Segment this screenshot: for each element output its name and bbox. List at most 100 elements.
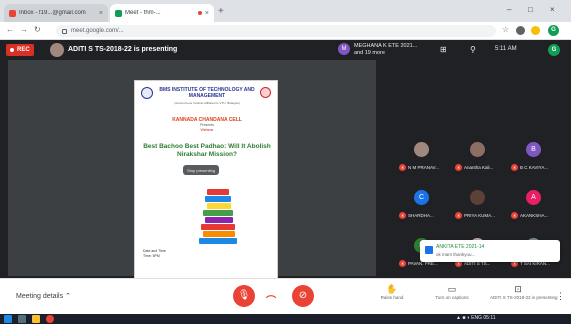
- slide-institute: BMS INSTITUTE OF TECHNOLOGY AND MANAGEME…: [159, 87, 255, 99]
- meeting-details-button[interactable]: Meeting details ⌃: [16, 292, 71, 300]
- meet-top-bar: REC ADITI S TS-2018-22 is presenting M M…: [0, 40, 571, 60]
- presenting-button[interactable]: ⊡ ADITI S TS-2018-22 is presenting: [490, 283, 558, 301]
- record-icon: [10, 48, 14, 52]
- present-icon: ⊡: [514, 284, 522, 294]
- presenting-label: ADITI S TS-2018-22 is presenting: [490, 295, 558, 300]
- presenter-label: ADITI S TS-2018-22 is presenting: [68, 46, 178, 53]
- browser-tab-strip: Inbox - f19...@gmail.com × Meet - fhm-..…: [0, 0, 571, 22]
- captions-icon: ▭: [447, 284, 457, 294]
- mic-off-icon: ✕: [455, 164, 462, 171]
- mic-off-icon: ✕: [511, 164, 518, 171]
- chat-notification[interactable]: ANKITA ETE 2021-14 ok mam thankyou...: [420, 240, 560, 262]
- slide-tooltip[interactable]: Stop presenting: [183, 165, 220, 175]
- tab-meet[interactable]: Meet - fhm-... ×: [110, 4, 214, 22]
- cell-logo-icon: [260, 87, 271, 98]
- file-explorer-icon[interactable]: [32, 315, 40, 323]
- participants-summary[interactable]: MEGHANA K ETE 2021... and 19 more: [354, 43, 417, 57]
- windows-start-icon[interactable]: [4, 315, 12, 323]
- tab-gmail[interactable]: Inbox - f19...@gmail.com ×: [4, 4, 108, 22]
- hangup-icon[interactable]: ⌒: [266, 292, 276, 307]
- slide-date: Date and Time Time: 5PM: [143, 249, 197, 259]
- close-window-button[interactable]: ×: [550, 5, 555, 14]
- participant-tile[interactable]: ✕ PRIYA KUMA...: [450, 180, 506, 228]
- participants-avatar[interactable]: M: [338, 43, 350, 55]
- camera-off-icon[interactable]: ⊘: [292, 285, 314, 307]
- forward-icon[interactable]: →: [20, 25, 28, 34]
- more-options-icon[interactable]: ⋮: [556, 291, 565, 302]
- self-avatar[interactable]: G: [548, 44, 560, 56]
- close-icon[interactable]: ×: [205, 10, 209, 17]
- raise-hand-button[interactable]: ✋ Raise hand: [364, 283, 420, 301]
- participant-avatar: [414, 142, 429, 157]
- participant-avatar: B: [526, 142, 541, 157]
- extension-icon[interactable]: [516, 26, 525, 35]
- participant-tile[interactable]: A ✕ AKANKSHA...: [506, 180, 562, 228]
- participant-tile[interactable]: B ✕ B C KAVIYA...: [506, 132, 562, 180]
- participant-avatar: [470, 190, 485, 205]
- participant-name: AKANKSHA...: [520, 213, 549, 218]
- chat-message: ok mam thankyou...: [436, 252, 476, 257]
- recording-badge: REC: [6, 44, 34, 56]
- participant-name: N M PRANAV...: [408, 165, 440, 170]
- recording-dot-icon: [197, 11, 202, 15]
- chrome-icon[interactable]: [46, 315, 54, 323]
- reload-icon[interactable]: ↻: [34, 25, 41, 34]
- chevron-up-icon: ⌃: [65, 293, 71, 300]
- participants-label-1: MEGHANA K ETE 2021...: [354, 43, 418, 49]
- system-tray[interactable]: ▲ ■ ◖ ENG 05:11: [456, 315, 496, 321]
- mic-off-icon: ✕: [399, 212, 406, 219]
- close-icon[interactable]: ×: [99, 10, 103, 17]
- hand-icon: ✋: [386, 284, 398, 294]
- participant-tile[interactable]: C ✕ SHARDHA...: [394, 180, 450, 228]
- raise-hand-label: Raise hand: [380, 295, 404, 300]
- gmail-icon: [9, 9, 16, 17]
- mic-off-icon[interactable]: 🎙: [233, 285, 255, 307]
- lock-icon: [62, 28, 67, 34]
- back-icon[interactable]: ←: [6, 25, 14, 34]
- mic-off-icon: ✕: [399, 260, 406, 267]
- meet-controls-bar: Meeting details ⌃ 🎙 ⌒ ⊘ ✋ Raise hand ▭ T…: [0, 278, 571, 314]
- presenter-avatar: [50, 43, 64, 57]
- clock-time: 5:11 AM: [495, 46, 517, 52]
- new-tab-button[interactable]: +: [218, 7, 224, 17]
- chat-sender: ANKITA ETE 2021-14: [436, 244, 485, 250]
- meet-stage: REC ADITI S TS-2018-22 is presenting M M…: [0, 40, 571, 294]
- profile-avatar[interactable]: G: [548, 25, 559, 36]
- presentation-slide: BMS INSTITUTE OF TECHNOLOGY AND MANAGEME…: [134, 80, 278, 294]
- slide-presents: Presents: [200, 123, 214, 127]
- participant-tile[interactable]: ✕ N M PRANAV...: [394, 132, 450, 180]
- mic-off-icon: ✕: [399, 164, 406, 171]
- presentation-area: BMS INSTITUTE OF TECHNOLOGY AND MANAGEME…: [8, 60, 376, 294]
- participant-avatar: C: [414, 190, 429, 205]
- participants-label-2: and 19 more: [354, 50, 385, 56]
- url-field[interactable]: meet.google.com/...: [56, 25, 496, 37]
- minimize-button[interactable]: –: [507, 5, 511, 14]
- captions-button[interactable]: ▭ Turn on captions: [424, 283, 480, 301]
- participant-name: SHARDHA...: [408, 213, 434, 218]
- institute-logo-icon: [141, 87, 153, 99]
- layout-icon[interactable]: ⊞: [440, 45, 447, 54]
- slide-title: Best Bachoo Best Padhao: Will It Abolish…: [143, 143, 271, 158]
- slide-webinar: Webinar: [200, 128, 214, 132]
- mic-off-icon: ✕: [511, 212, 518, 219]
- participant-name: PRIYA KUMA...: [464, 213, 495, 218]
- bookmark-star-icon[interactable]: ☆: [502, 25, 509, 34]
- slide-address: (Autonomous Institute affiliated to VTU,…: [174, 101, 240, 105]
- captions-label: Turn on captions: [435, 295, 469, 300]
- tab-title: Meet - fhm-...: [125, 10, 161, 16]
- mic-off-icon: ✕: [455, 212, 462, 219]
- extension-icon[interactable]: [531, 26, 540, 35]
- participant-avatar: [470, 142, 485, 157]
- pin-icon[interactable]: ⚲: [470, 45, 476, 54]
- participant-tile[interactable]: ✕ Anantha Kali...: [450, 132, 506, 180]
- participant-avatar: A: [526, 190, 541, 205]
- maximize-button[interactable]: □: [528, 5, 533, 14]
- os-taskbar: ▲ ■ ◖ ENG 05:11: [0, 314, 571, 324]
- meet-icon: [115, 9, 122, 17]
- participant-name: Anantha Kali...: [464, 165, 494, 170]
- participant-name: B C KAVIYA...: [520, 165, 549, 170]
- meeting-details-label: Meeting details: [16, 293, 64, 300]
- screen: Inbox - f19...@gmail.com × Meet - fhm-..…: [0, 0, 571, 324]
- search-icon[interactable]: [18, 315, 26, 323]
- chat-icon: [425, 246, 433, 254]
